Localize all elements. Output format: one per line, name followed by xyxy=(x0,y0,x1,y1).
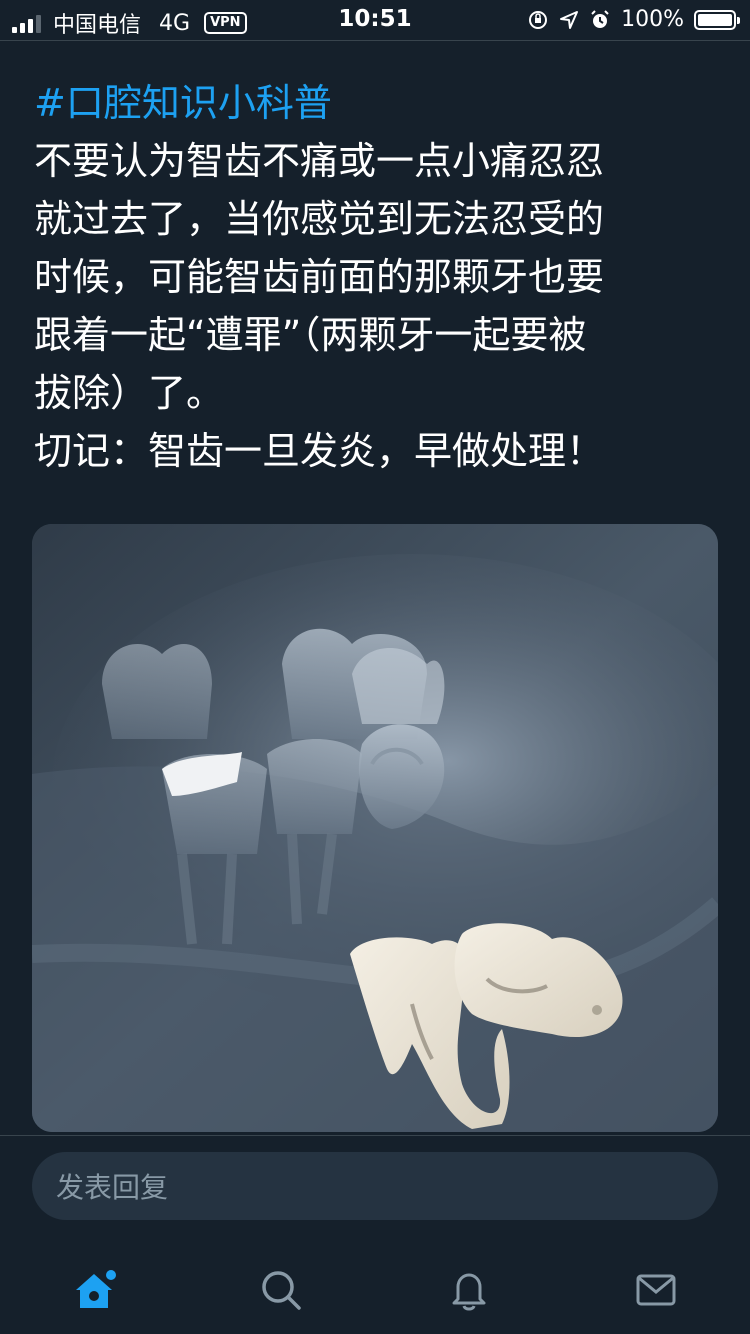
location-icon xyxy=(560,10,579,29)
battery-icon xyxy=(694,9,740,30)
notifications-icon xyxy=(452,1273,486,1311)
alarm-icon xyxy=(591,9,609,28)
battery-percent: 100% xyxy=(621,7,684,32)
hashtag-link[interactable]: #口腔知识小科普 xyxy=(34,74,724,132)
reply-input[interactable]: 发表回复 xyxy=(32,1152,718,1220)
header-divider xyxy=(0,40,750,41)
orientation-lock-icon xyxy=(529,10,548,29)
post-text-line: 不要认为智齿不痛或一点小痛忍忍 xyxy=(34,139,605,183)
status-bar: 中国电信 4G VPN 10:51 100% xyxy=(0,0,750,40)
post-text-line: 拔除）了。 xyxy=(34,371,225,415)
tab-home[interactable] xyxy=(64,1260,124,1320)
tab-notifications[interactable] xyxy=(439,1260,499,1320)
search-icon xyxy=(262,1271,301,1310)
post-image-dental-xray[interactable] xyxy=(32,524,718,1132)
reply-divider xyxy=(0,1135,750,1136)
status-right: 100% xyxy=(527,7,740,32)
post-text-line: 时候，可能智齿前面的那颗牙也要 xyxy=(34,255,605,299)
home-icon xyxy=(76,1270,116,1308)
post-text-line: 就过去了，当你感觉到无法忍受的 xyxy=(34,197,605,241)
post-text-line: 切记：智齿一旦发炎，早做处理！ xyxy=(34,429,605,473)
tab-messages[interactable] xyxy=(626,1260,686,1320)
bottom-tab-bar xyxy=(0,1240,750,1334)
messages-icon xyxy=(636,1274,676,1306)
post-text-line: 跟着一起“遭罪”（两颗牙一起要被 xyxy=(34,313,587,357)
xray-illustration xyxy=(32,524,718,1132)
reply-placeholder: 发表回复 xyxy=(56,1171,169,1204)
tab-search[interactable] xyxy=(251,1260,311,1320)
post-body: #口腔知识小科普 不要认为智齿不痛或一点小痛忍忍 就过去了，当你感觉到无法忍受的… xyxy=(34,74,724,480)
